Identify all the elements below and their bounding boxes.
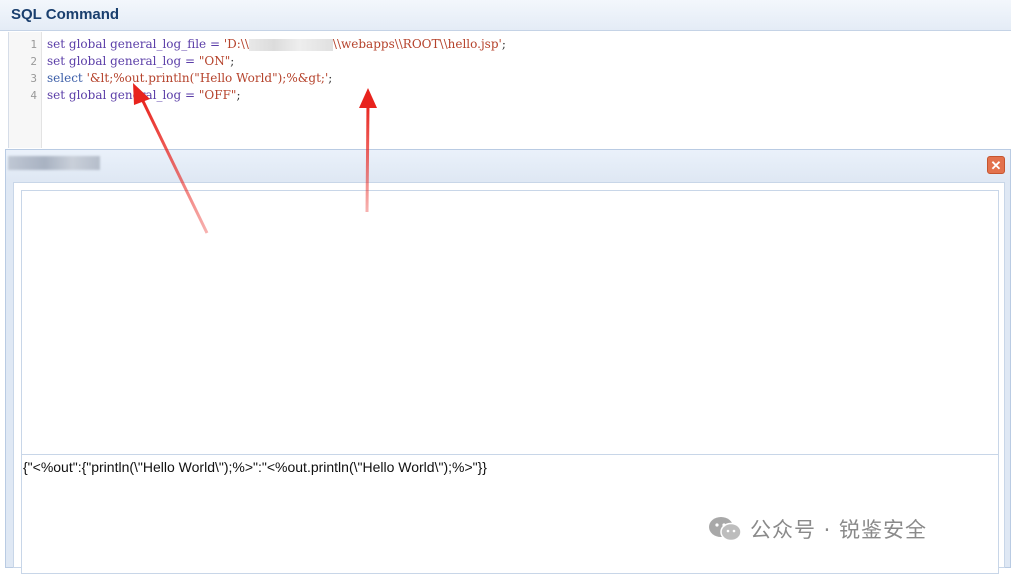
sql-editor[interactable]: 1 2 3 4 set global general_log_file = 'D…	[8, 32, 1011, 148]
title-bar: SQL Command	[0, 0, 1011, 31]
line-number: 1	[30, 38, 37, 51]
result-window: ✕ {"<%out":{"println(\"Hello World\");%>…	[5, 149, 1011, 574]
wechat-icon	[709, 517, 742, 542]
code-line-1: set global general_log_file = 'D:\\ \\web…	[47, 37, 506, 51]
line-number: 2	[30, 55, 37, 68]
window-title: SQL Command	[11, 6, 120, 23]
result-output-area	[21, 190, 999, 455]
result-body: {"<%out":{"println(\"Hello World\");%>":…	[13, 182, 1005, 574]
watermark: 公众号 · 锐鉴安全	[708, 514, 927, 544]
redacted-window-title	[8, 156, 100, 170]
code-line-3: select '&lt;%out.println("Hello World");…	[47, 71, 333, 85]
result-json-text: {"<%out":{"println(\"Hello World\");%>":…	[23, 459, 487, 475]
close-icon[interactable]: ✕	[987, 156, 1005, 174]
line-number: 3	[30, 72, 37, 85]
watermark-text: 公众号 · 锐鉴安全	[750, 518, 928, 542]
line-number: 4	[30, 89, 37, 102]
redacted-path	[248, 38, 333, 51]
line-gutter: 1 2 3 4	[9, 32, 42, 148]
code-line-2: set global general_log = "ON";	[47, 54, 235, 68]
code-line-4: set global general_log = "OFF";	[47, 88, 241, 102]
